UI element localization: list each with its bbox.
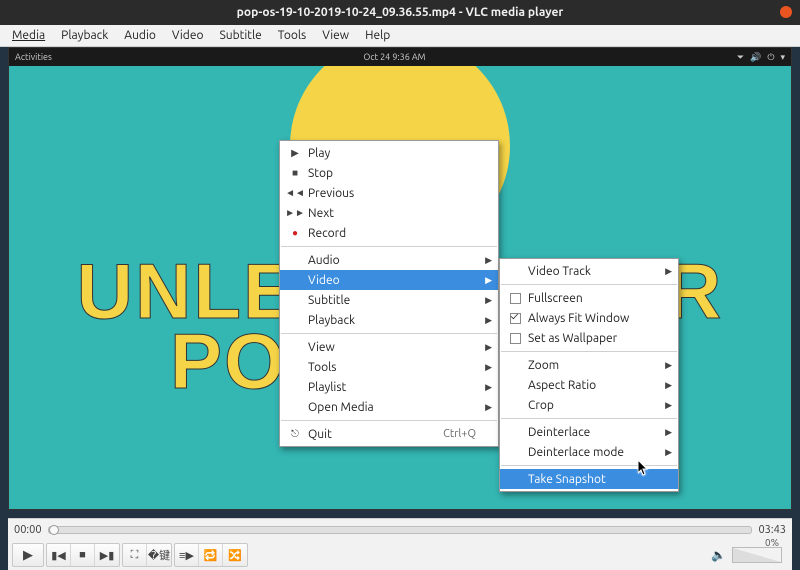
chevron-right-icon: ▶ xyxy=(485,382,492,393)
close-button[interactable] xyxy=(780,6,792,18)
seek-bar[interactable] xyxy=(48,526,753,534)
activities-label: Activities xyxy=(15,52,52,62)
caret-icon: ▾ xyxy=(780,52,785,63)
fullscreen-button[interactable]: ⛶ xyxy=(123,544,147,566)
checkbox-icon xyxy=(510,333,521,344)
ctx-always-fit[interactable]: Always Fit Window xyxy=(500,308,678,328)
checkbox-icon xyxy=(510,293,521,304)
ctx-video-track[interactable]: Video Track▶ xyxy=(500,261,678,281)
chevron-right-icon: ▶ xyxy=(665,266,672,277)
vlc-window: pop-os-19-10-2019-10-24_09.36.55.mp4 - V… xyxy=(0,0,800,570)
player-controls: 00:00 03:43 ▶ ▮◀ ■ ▶▮ ⛶ �键 ≡▶ 🔁 🔀 xyxy=(8,518,792,570)
context-menu[interactable]: ▶Play ■Stop ◄◄Previous ►►Next ●Record Au… xyxy=(279,140,499,447)
ctx-subtitle[interactable]: Subtitle▶ xyxy=(280,290,498,310)
ctx-record[interactable]: ●Record xyxy=(280,223,498,243)
chevron-right-icon: ▶ xyxy=(485,362,492,373)
ctx-wallpaper[interactable]: Set as Wallpaper xyxy=(500,328,678,348)
ctx-video[interactable]: Video▶ xyxy=(280,270,498,290)
separator xyxy=(501,465,677,466)
menu-playback[interactable]: Playback xyxy=(53,26,116,45)
stop-button[interactable]: ■ xyxy=(71,544,95,566)
shortcut-label: Ctrl+Q xyxy=(443,428,476,440)
system-tray: ⏷ 🔊 ⏻ ▾ xyxy=(737,52,785,63)
chevron-right-icon: ▶ xyxy=(665,380,672,391)
buttons-row: ▶ ▮◀ ■ ▶▮ ⛶ �键 ≡▶ 🔁 🔀 🔈 0% xyxy=(8,541,792,569)
ctx-deinterlace[interactable]: Deinterlace▶ xyxy=(500,422,678,442)
menu-tools[interactable]: Tools xyxy=(270,26,315,45)
chevron-right-icon: ▶ xyxy=(665,360,672,371)
ctx-open-media[interactable]: Open Media▶ xyxy=(280,397,498,417)
network-icon: ⏷ xyxy=(737,52,744,63)
ext-settings-button[interactable]: �键 xyxy=(147,544,171,566)
ctx-playlist[interactable]: Playlist▶ xyxy=(280,377,498,397)
volume-slider[interactable]: 0% xyxy=(732,547,782,563)
ctx-fullscreen[interactable]: Fullscreen xyxy=(500,288,678,308)
menu-audio[interactable]: Audio xyxy=(116,26,164,45)
play-icon: ▶ xyxy=(286,147,304,159)
volume-percent: 0% xyxy=(765,537,779,548)
ctx-take-snapshot[interactable]: Take Snapshot xyxy=(500,469,678,489)
video-submenu[interactable]: Video Track▶ Fullscreen Always Fit Windo… xyxy=(499,258,679,492)
time-total[interactable]: 03:43 xyxy=(758,524,786,536)
chevron-right-icon: ▶ xyxy=(485,315,492,326)
menu-video[interactable]: Video xyxy=(164,26,212,45)
ctx-play[interactable]: ▶Play xyxy=(280,143,498,163)
menu-media[interactable]: Media xyxy=(4,26,53,45)
record-icon: ● xyxy=(286,227,304,239)
prev-icon: ◄◄ xyxy=(286,187,304,199)
ctx-audio[interactable]: Audio▶ xyxy=(280,250,498,270)
video-area[interactable]: Activities Oct 24 9:36 AM ⏷ 🔊 ⏻ ▾ UNLEAS… xyxy=(8,47,792,510)
time-elapsed[interactable]: 00:00 xyxy=(14,524,42,536)
seek-knob[interactable] xyxy=(49,525,59,535)
clock-label: Oct 24 9:36 AM xyxy=(363,52,425,62)
progress-row: 00:00 03:43 xyxy=(8,519,792,541)
separator xyxy=(501,284,677,285)
chevron-right-icon: ▶ xyxy=(485,255,492,266)
ctx-view[interactable]: View▶ xyxy=(280,337,498,357)
menu-subtitle[interactable]: Subtitle xyxy=(211,26,269,45)
chevron-right-icon: ▶ xyxy=(665,447,672,458)
power-icon: ⏻ xyxy=(767,52,774,63)
separator xyxy=(501,418,677,419)
ctx-playback[interactable]: Playback▶ xyxy=(280,310,498,330)
ctx-previous[interactable]: ◄◄Previous xyxy=(280,183,498,203)
play-button[interactable]: ▶ xyxy=(13,544,43,566)
prev-button[interactable]: ▮◀ xyxy=(47,544,71,566)
menubar: Media Playback Audio Video Subtitle Tool… xyxy=(0,25,800,47)
ctx-deinterlace-mode[interactable]: Deinterlace mode▶ xyxy=(500,442,678,462)
separator xyxy=(281,420,497,421)
loop-button[interactable]: 🔁 xyxy=(199,544,223,566)
checkbox-checked-icon xyxy=(510,313,521,324)
window-title: pop-os-19-10-2019-10-24_09.36.55.mp4 - V… xyxy=(237,6,564,19)
shuffle-button[interactable]: 🔀 xyxy=(223,544,247,566)
playlist-button[interactable]: ≡▶ xyxy=(175,544,199,566)
separator xyxy=(501,351,677,352)
chevron-right-icon: ▶ xyxy=(485,342,492,353)
chevron-right-icon: ▶ xyxy=(485,402,492,413)
menu-help[interactable]: Help xyxy=(357,26,398,45)
ctx-aspect-ratio[interactable]: Aspect Ratio▶ xyxy=(500,375,678,395)
chevron-right-icon: ▶ xyxy=(665,427,672,438)
chevron-right-icon: ▶ xyxy=(485,295,492,306)
menu-view[interactable]: View xyxy=(314,26,357,45)
titlebar[interactable]: pop-os-19-10-2019-10-24_09.36.55.mp4 - V… xyxy=(0,0,800,25)
stop-icon: ■ xyxy=(286,167,304,179)
gnome-topbar: Activities Oct 24 9:36 AM ⏷ 🔊 ⏻ ▾ xyxy=(9,48,791,66)
ctx-quit[interactable]: ⎋QuitCtrl+Q xyxy=(280,424,498,444)
ctx-tools[interactable]: Tools▶ xyxy=(280,357,498,377)
volume-control[interactable]: 🔈 0% xyxy=(711,547,782,563)
chevron-right-icon: ▶ xyxy=(665,400,672,411)
next-button[interactable]: ▶▮ xyxy=(95,544,119,566)
separator xyxy=(281,246,497,247)
ctx-stop[interactable]: ■Stop xyxy=(280,163,498,183)
chevron-right-icon: ▶ xyxy=(485,275,492,286)
quit-icon: ⎋ xyxy=(286,428,304,440)
ctx-next[interactable]: ►►Next xyxy=(280,203,498,223)
ctx-zoom[interactable]: Zoom▶ xyxy=(500,355,678,375)
volume-icon: 🔊 xyxy=(750,52,761,63)
ctx-crop[interactable]: Crop▶ xyxy=(500,395,678,415)
next-icon: ►► xyxy=(286,207,304,219)
speaker-icon[interactable]: 🔈 xyxy=(711,548,726,562)
separator xyxy=(281,333,497,334)
